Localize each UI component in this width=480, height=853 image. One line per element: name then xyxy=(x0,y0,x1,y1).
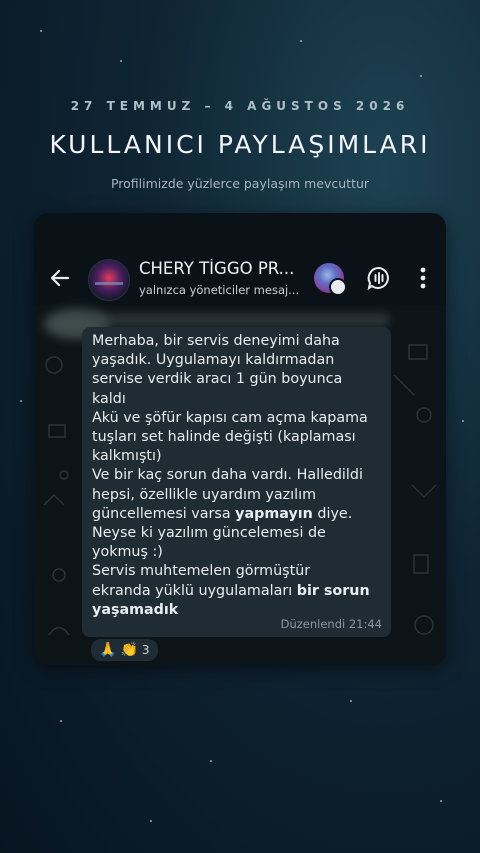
message-line: güncellemesi varsa xyxy=(92,505,236,522)
channel-avatar[interactable] xyxy=(88,259,130,301)
more-vertical-icon[interactable] xyxy=(416,265,430,291)
arrow-left-icon[interactable] xyxy=(48,266,72,290)
message-bold-text: yaşamadık xyxy=(92,601,179,618)
chat-bubble-icon[interactable] xyxy=(366,265,392,291)
page-subtitle: Profilimizde yüzlerce paylaşım mevcuttur xyxy=(110,176,370,191)
page-title: KULLANICI PAYLAŞIMLARI xyxy=(49,130,431,159)
chat-header: CHERY TİGGO PR... yalnızca yöneticiler m… xyxy=(34,253,446,303)
message-bubble[interactable]: Merhaba, bir servis deneyimi daha yaşadı… xyxy=(82,327,391,637)
message-line: kaldı xyxy=(92,390,126,407)
verified-check-icon xyxy=(329,278,347,296)
message-line: yokmuş :) xyxy=(92,544,163,561)
reaction-count: 3 xyxy=(141,643,150,657)
edited-timestamp: Düzenlendi 21:44 xyxy=(280,617,382,631)
channel-app-icon[interactable] xyxy=(314,263,347,296)
chat-screenshot-card: CHERY TİGGO PR... yalnızca yöneticiler m… xyxy=(34,213,446,665)
message-line: kalkmıştı) xyxy=(92,448,162,465)
channel-name[interactable]: CHERY TİGGO PR... xyxy=(139,259,309,278)
clap-reaction-icon: 👏 xyxy=(120,642,138,658)
message-text: Merhaba, bir servis deneyimi daha yaşadı… xyxy=(92,332,387,620)
message-line: Merhaba, bir servis deneyimi daha xyxy=(92,333,340,349)
message-line: yaşadık. Uygulamayı kaldırmadan xyxy=(92,352,335,369)
message-line: servise verdik aracı 1 gün boyunca xyxy=(92,371,343,388)
message-bold-text: yapmayın xyxy=(235,505,313,522)
pray-reaction-icon: 🙏 xyxy=(99,642,117,658)
message-line: diye. xyxy=(312,505,353,522)
message-line: Ve bir kaç sorun daha vardı. Halledildi xyxy=(92,467,363,484)
reactions-pill[interactable]: 🙏 👏 3 xyxy=(89,637,160,663)
message-line: Servis muhtemelen görmüştür xyxy=(92,563,311,580)
message-line: tuşları set halinde değişti (kaplaması xyxy=(92,429,356,446)
date-range: 27 TEMMUZ – 4 AĞUSTOS 2026 xyxy=(70,99,410,113)
message-line: Akü ve şöfür kapısı cam açma kapama xyxy=(92,409,368,426)
blurred-sender-name xyxy=(89,313,389,327)
message-bold-text: bir sorun xyxy=(296,582,370,599)
message-line: Neyse ki yazılım güncelemesi de xyxy=(92,525,326,542)
channel-subtitle: yalnızca yöneticiler mesaj... xyxy=(139,283,300,297)
chat-area: Merhaba, bir servis deneyimi daha yaşadı… xyxy=(34,305,446,665)
message-line: ekranda yüklü uygulamaları xyxy=(92,582,297,599)
message-line: hepsi, özellikle uyardım yazılım xyxy=(92,486,316,503)
